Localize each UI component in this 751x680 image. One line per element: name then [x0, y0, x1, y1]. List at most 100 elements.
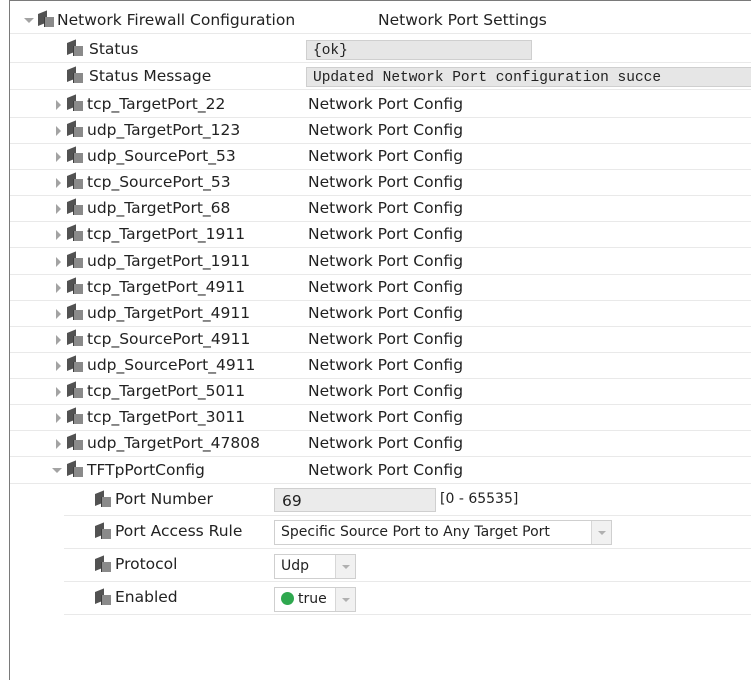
root-type: Network Port Settings	[378, 11, 547, 29]
expand-caret-icon[interactable]	[54, 413, 64, 423]
slot-icon	[95, 494, 111, 507]
access-rule-row: Port Access Rule Specific Source Port to…	[64, 517, 751, 549]
port-row[interactable]: tcp_SourcePort_53 Network Port Config	[10, 171, 751, 196]
slot-icon	[38, 14, 54, 27]
expand-caret-icon[interactable]	[54, 361, 64, 371]
enabled-select[interactable]: true	[274, 587, 356, 612]
tree-row-root[interactable]: Network Firewall Configuration Network P…	[10, 9, 751, 34]
slot-icon	[67, 70, 83, 83]
enabled-value: true	[298, 591, 327, 607]
root-label: Network Firewall Configuration	[57, 11, 296, 29]
expand-caret-icon[interactable]	[54, 230, 64, 240]
slot-icon	[67, 411, 83, 424]
port-row[interactable]: udp_TargetPort_47808 Network Port Config	[10, 432, 751, 457]
slot-icon	[67, 228, 83, 241]
port-name: udp_TargetPort_1911	[87, 252, 251, 270]
port-row-expanded[interactable]: TFTpPortConfig Network Port Config	[10, 459, 751, 484]
port-row[interactable]: tcp_TargetPort_4911 Network Port Config	[10, 276, 751, 301]
expand-caret-icon[interactable]	[54, 257, 64, 267]
slot-icon	[67, 464, 83, 477]
dropdown-arrow-icon[interactable]	[591, 521, 611, 544]
slot-icon	[67, 255, 83, 268]
status-value: {ok}	[306, 40, 532, 60]
expand-caret-icon[interactable]	[54, 283, 64, 293]
slot-icon	[95, 559, 111, 572]
port-type: Network Port Config	[308, 173, 464, 191]
port-type: Network Port Config	[308, 199, 464, 217]
status-dot-icon	[281, 592, 294, 605]
slot-icon	[67, 307, 83, 320]
port-name: tcp_TargetPort_5011	[87, 382, 246, 400]
status-label: Status	[89, 40, 139, 58]
expand-caret-icon[interactable]	[54, 178, 64, 188]
port-row[interactable]: udp_TargetPort_4911 Network Port Config	[10, 302, 751, 327]
port-name: udp_TargetPort_123	[87, 121, 241, 139]
port-name: TFTpPortConfig	[87, 461, 205, 479]
port-type: Network Port Config	[308, 461, 464, 479]
port-type: Network Port Config	[308, 408, 464, 426]
expand-caret-icon[interactable]	[54, 126, 64, 136]
port-name: udp_SourcePort_4911	[87, 356, 256, 374]
expand-caret-icon[interactable]	[54, 100, 64, 110]
expand-caret-icon[interactable]	[54, 309, 64, 319]
expand-caret-icon[interactable]	[54, 204, 64, 214]
port-name: udp_TargetPort_4911	[87, 304, 251, 322]
port-row[interactable]: udp_TargetPort_1911 Network Port Config	[10, 250, 751, 275]
port-row[interactable]: tcp_SourcePort_4911 Network Port Config	[10, 328, 751, 353]
port-row[interactable]: tcp_TargetPort_5011 Network Port Config	[10, 380, 751, 405]
status-message-label: Status Message	[89, 67, 212, 85]
port-number-input[interactable]: 69	[274, 488, 436, 512]
port-row[interactable]: tcp_TargetPort_3011 Network Port Config	[10, 406, 751, 431]
port-type: Network Port Config	[308, 95, 464, 113]
port-number-label: Port Number	[115, 490, 213, 508]
protocol-value: Udp	[281, 558, 310, 574]
status-row: Status {ok}	[10, 38, 751, 63]
expand-caret-icon[interactable]	[54, 152, 64, 162]
status-message-row: Status Message Updated Network Port conf…	[10, 65, 751, 90]
access-rule-select[interactable]: Specific Source Port to Any Target Port	[274, 520, 612, 545]
dropdown-arrow-icon[interactable]	[335, 555, 355, 578]
port-name: tcp_TargetPort_22	[87, 95, 226, 113]
access-rule-value: Specific Source Port to Any Target Port	[281, 524, 550, 540]
enabled-row: Enabled true	[64, 583, 751, 615]
port-name: tcp_SourcePort_4911	[87, 330, 251, 348]
port-type: Network Port Config	[308, 252, 464, 270]
port-type: Network Port Config	[308, 330, 464, 348]
port-row[interactable]: udp_TargetPort_68 Network Port Config	[10, 197, 751, 222]
port-row[interactable]: udp_SourcePort_4911 Network Port Config	[10, 354, 751, 379]
port-row[interactable]: tcp_TargetPort_22 Network Port Config	[10, 93, 751, 118]
port-name: udp_SourcePort_53	[87, 147, 236, 165]
slot-icon	[67, 437, 83, 450]
slot-icon	[67, 150, 83, 163]
port-row[interactable]: udp_TargetPort_123 Network Port Config	[10, 119, 751, 144]
protocol-row: Protocol Udp	[64, 550, 751, 582]
collapse-caret-icon[interactable]	[52, 466, 62, 476]
port-number-range: [0 - 65535]	[440, 491, 519, 507]
port-row[interactable]: tcp_TargetPort_1911 Network Port Config	[10, 223, 751, 248]
slot-icon	[67, 202, 83, 215]
port-type: Network Port Config	[308, 304, 464, 322]
port-row[interactable]: udp_SourcePort_53 Network Port Config	[10, 145, 751, 170]
access-rule-label: Port Access Rule	[115, 522, 243, 540]
protocol-select[interactable]: Udp	[274, 554, 356, 579]
protocol-label: Protocol	[115, 555, 178, 573]
port-name: udp_TargetPort_68	[87, 199, 231, 217]
status-message-value: Updated Network Port configuration succe	[306, 67, 751, 87]
collapse-caret-icon[interactable]	[24, 16, 34, 26]
dropdown-arrow-icon[interactable]	[335, 588, 355, 611]
port-name: tcp_TargetPort_4911	[87, 278, 246, 296]
port-type: Network Port Config	[308, 147, 464, 165]
port-number-row: Port Number 69 [0 - 65535]	[64, 486, 751, 516]
port-type: Network Port Config	[308, 434, 464, 452]
expand-caret-icon[interactable]	[54, 387, 64, 397]
slot-icon	[95, 592, 111, 605]
port-name: tcp_SourcePort_53	[87, 173, 231, 191]
port-type: Network Port Config	[308, 356, 464, 374]
slot-icon	[67, 176, 83, 189]
property-sheet: Network Firewall Configuration Network P…	[9, 0, 751, 680]
port-name: tcp_TargetPort_1911	[87, 225, 246, 243]
port-name: udp_TargetPort_47808	[87, 434, 260, 452]
expand-caret-icon[interactable]	[54, 439, 64, 449]
expand-caret-icon[interactable]	[54, 335, 64, 345]
port-type: Network Port Config	[308, 278, 464, 296]
